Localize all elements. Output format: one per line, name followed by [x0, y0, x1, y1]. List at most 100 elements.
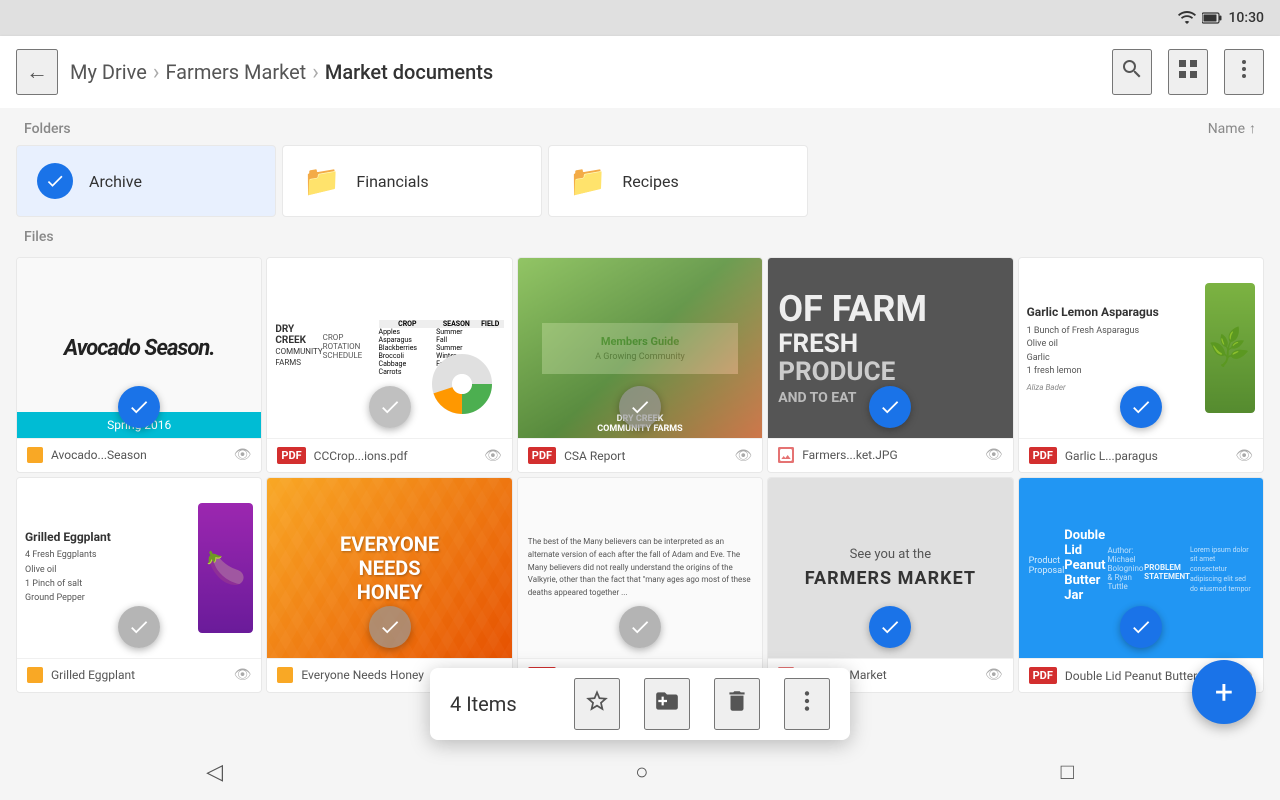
file-avocado[interactable]: Avocado Season. Spring 2016 Avocado...Se…	[16, 257, 262, 473]
battery-icon	[1202, 9, 1222, 28]
file-honey-type-icon	[277, 667, 293, 683]
nav-recent-button[interactable]: □	[1061, 759, 1074, 785]
peanut-label: Product Proposal	[1029, 556, 1065, 576]
nav-home-icon: ○	[635, 759, 648, 784]
wifi-icon	[1178, 9, 1196, 28]
cccrop-chart	[432, 354, 492, 414]
nav-home-button[interactable]: ○	[635, 759, 648, 785]
file-avocado-footer: Avocado...Season 👁	[17, 438, 261, 471]
file-farmjpg-name: Farmers...ket.JPG	[802, 448, 977, 462]
search-button[interactable]	[1112, 49, 1152, 95]
file-peanut-thumbnail: Product Proposal Double Lid Peanut Butte…	[1019, 478, 1263, 658]
sort-button[interactable]: Name ↑	[1208, 120, 1256, 137]
files-section-header: Files	[0, 217, 1280, 253]
file-eggplant-footer: Grilled Eggplant 👁	[17, 658, 261, 691]
file-eggplant[interactable]: Grilled Eggplant 4 Fresh EggplantsOlive …	[16, 477, 262, 693]
file-avocado-name: Avocado...Season	[51, 448, 226, 462]
file-avocado-thumbnail: Avocado Season. Spring 2016	[17, 258, 261, 438]
nav-back-button[interactable]: ◁	[206, 759, 223, 785]
file-garlic-thumbnail: Garlic Lemon Asparagus 1 Bunch of Fresh …	[1019, 258, 1263, 438]
folders-label: Folders	[24, 121, 71, 137]
file-csa[interactable]: Members Guide A Growing Community DRY CR…	[517, 257, 763, 473]
fab-icon: +	[1215, 673, 1233, 711]
file-honey[interactable]: EVERYONENEEDSHONEY Everyone Needs Honey …	[266, 477, 512, 693]
folder-archive-name: Archive	[89, 172, 142, 191]
move-action-button[interactable]	[644, 678, 690, 730]
file-farmers2-eye-icon[interactable]: 👁	[985, 667, 1003, 683]
folder-financials-name: Financials	[356, 172, 428, 191]
file-cccrop-type-icon: PDF	[277, 447, 305, 464]
file-csa2-check	[619, 606, 661, 648]
file-garlic[interactable]: Garlic Lemon Asparagus 1 Bunch of Fresh …	[1018, 257, 1264, 473]
more-options-button[interactable]	[1224, 49, 1264, 95]
action-bar: 4 Items	[430, 668, 850, 740]
csa2-text: The best of the Many believers can be in…	[528, 536, 752, 600]
file-farmjpg[interactable]: OF FARM FRESH PRODUCE AND TO EAT Farmers…	[767, 257, 1013, 473]
file-cccrop-footer: PDF CCCrop...ions.pdf 👁	[267, 438, 511, 472]
peanut-title: Double Lid Peanut Butter Jar	[1064, 528, 1107, 603]
sort-label: Name	[1208, 121, 1245, 137]
farmers2-text: See you at the FARMERS MARKET	[789, 531, 992, 605]
file-csa-eye-icon[interactable]: 👁	[734, 448, 752, 464]
file-csa-type-icon: PDF	[528, 447, 556, 464]
file-eggplant-thumbnail: Grilled Eggplant 4 Fresh EggplantsOlive …	[17, 478, 261, 658]
file-farmers2-thumbnail: See you at the FARMERS MARKET	[768, 478, 1012, 658]
file-garlic-type-icon: PDF	[1029, 447, 1057, 464]
file-csa-footer: PDF CSA Report 👁	[518, 438, 762, 472]
folder-financials[interactable]: 📁 Financials	[282, 145, 542, 217]
file-garlic-footer: PDF Garlic L...paragus 👁	[1019, 438, 1263, 472]
sort-icon: ↑	[1249, 120, 1256, 137]
file-avocado-type-icon	[27, 447, 43, 463]
grid-view-button[interactable]	[1168, 49, 1208, 95]
file-farmjpg-eye-icon[interactable]: 👁	[985, 447, 1003, 463]
fab-button[interactable]: +	[1192, 660, 1256, 724]
file-csa-thumbnail: Members Guide A Growing Community DRY CR…	[518, 258, 762, 438]
delete-action-button[interactable]	[714, 678, 760, 730]
top-bar: ← My Drive › Farmers Market › Market doc…	[0, 36, 1280, 108]
breadcrumb-farmers-market[interactable]: Farmers Market	[165, 60, 306, 84]
star-action-button[interactable]	[574, 678, 620, 730]
garlic-text: Garlic Lemon Asparagus 1 Bunch of Fresh …	[1027, 305, 1197, 392]
file-eggplant-eye-icon[interactable]: 👁	[234, 667, 252, 683]
action-count: 4 Items	[450, 692, 550, 716]
avocado-title: Avocado Season.	[64, 336, 215, 361]
folder-recipes-icon: 📁	[569, 164, 606, 199]
file-garlic-name: Garlic L...paragus	[1065, 449, 1227, 463]
folder-recipes[interactable]: 📁 Recipes	[548, 145, 808, 217]
file-cccrop-eye-icon[interactable]: 👁	[484, 448, 502, 464]
file-eggplant-type-icon	[27, 667, 43, 683]
file-csa2[interactable]: The best of the Many believers can be in…	[517, 477, 763, 693]
file-avocado-check	[118, 386, 160, 428]
breadcrumb-current: Market documents	[325, 60, 493, 84]
file-garlic-check	[1120, 386, 1162, 428]
file-avocado-eye-icon[interactable]: 👁	[234, 447, 252, 463]
more-action-button[interactable]	[784, 678, 830, 730]
peanut-section: PROBLEM STATEMENT	[1144, 563, 1190, 581]
file-honey-thumbnail: EVERYONENEEDSHONEY	[267, 478, 511, 658]
status-bar: 10:30	[0, 0, 1280, 36]
cccrop-subtitle: CROP ROTATION SCHEDULE	[323, 333, 379, 360]
folder-recipes-name: Recipes	[622, 172, 678, 191]
file-farmjpg-type-icon	[778, 447, 794, 463]
eggplant-text: Grilled Eggplant 4 Fresh EggplantsOlive …	[25, 530, 192, 606]
file-csa2-thumbnail: The best of the Many believers can be in…	[518, 478, 762, 658]
file-cccrop-name: CCCrop...ions.pdf	[314, 449, 476, 463]
folder-archive-check	[37, 163, 73, 199]
file-csa-name: CSA Report	[564, 449, 726, 463]
top-bar-actions	[1112, 49, 1264, 95]
back-button[interactable]: ←	[16, 49, 58, 95]
file-eggplant-check	[118, 606, 160, 648]
files-section: Files Avocado Season. Spring 2016 Avocad…	[0, 217, 1280, 697]
file-farmers2-check	[869, 606, 911, 648]
file-farmjpg-check	[869, 386, 911, 428]
files-grid: Avocado Season. Spring 2016 Avocado...Se…	[0, 253, 1280, 697]
file-cccrop-thumbnail: DRY CREEKCOMMUNITY FARMS CROP ROTATION S…	[267, 258, 511, 438]
folders-section-header: Folders Name ↑	[0, 108, 1280, 145]
file-cccrop[interactable]: DRY CREEKCOMMUNITY FARMS CROP ROTATION S…	[266, 257, 512, 473]
breadcrumb-my-drive[interactable]: My Drive	[70, 60, 147, 84]
file-garlic-eye-icon[interactable]: 👁	[1235, 448, 1253, 464]
nav-back-icon: ◁	[206, 759, 223, 784]
breadcrumb: My Drive › Farmers Market › Market docum…	[70, 60, 1100, 85]
folder-archive[interactable]: Archive	[16, 145, 276, 217]
file-farmers2[interactable]: See you at the FARMERS MARKET Farmers Ma…	[767, 477, 1013, 693]
